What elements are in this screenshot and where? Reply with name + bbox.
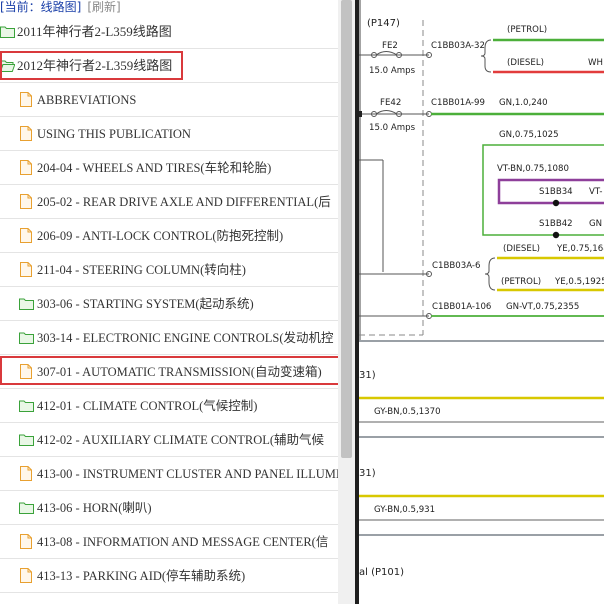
label-p147: (P147) — [367, 18, 400, 29]
label-frag-1: 31) — [359, 370, 376, 381]
tree-item-label: 412-01 - CLIMATE CONTROL(气候控制) — [37, 399, 258, 413]
document-icon — [20, 364, 32, 379]
tree-item-label: 204-04 - WHEELS AND TIRES(车轮和轮胎) — [37, 161, 272, 175]
label-petrol-2: (PETROL) — [501, 277, 541, 287]
current-location-label: [当前：线路图] — [0, 0, 82, 14]
label-gn-240: GN,1.0,240 — [499, 98, 548, 108]
label-wh: WH — [588, 58, 603, 68]
document-icon — [20, 160, 32, 175]
document-icon — [20, 194, 32, 209]
folder-icon — [19, 502, 34, 514]
tree-item-label: 413-06 - HORN(喇叭) — [37, 501, 152, 515]
tree-item[interactable]: 303-06 - STARTING SYSTEM(起动系统) — [0, 288, 338, 321]
document-icon — [20, 126, 32, 141]
tree-item-label: USING THIS PUBLICATION — [37, 127, 191, 141]
label-ye-168: YE,0.75,168 — [556, 244, 604, 254]
label-diesel-2: (DIESEL) — [503, 244, 540, 254]
tree-item-label: 205-02 - REAR DRIVE AXLE AND DIFFERENTIA… — [37, 195, 331, 209]
folder-open-icon — [0, 60, 15, 72]
tree-folder-label: 2012年神行者2-L359线路图 — [17, 58, 173, 73]
tree-folder-2012[interactable]: 2012年神行者2-L359线路图 — [0, 50, 338, 83]
tree-item-label: 303-06 - STARTING SYSTEM(起动系统) — [37, 297, 254, 311]
current-location-bar: [当前：线路图] [刷新] — [0, 0, 338, 16]
label-c1bb01a-99: C1BB01A-99 — [431, 98, 485, 108]
folder-icon — [19, 434, 34, 446]
label-diesel-1: (DIESEL) — [507, 58, 544, 68]
tree-item[interactable]: 307-01 - AUTOMATIC TRANSMISSION(自动变速箱) — [0, 356, 338, 389]
label-c1bb01a-106: C1BB01A-106 — [432, 302, 491, 312]
label-petrol-1: (PETROL) — [507, 25, 547, 35]
label-c1bb03a-6: C1BB03A-6 — [432, 261, 480, 271]
refresh-link[interactable]: [刷新] — [87, 0, 120, 14]
tree-item[interactable]: 413-06 - HORN(喇叭) — [0, 492, 338, 525]
label-gy-bn-931: GY-BN,0.5,931 — [374, 505, 435, 515]
label-vt-cut: VT- — [589, 187, 602, 197]
document-icon — [20, 262, 32, 277]
wiring-diagram-svg: (P147) FE2 15.0 Amps C1BB03A-32 (PETROL)… — [359, 0, 604, 578]
label-gn-cut: GN — [589, 219, 602, 229]
label-fe2-amps: 15.0 Amps — [369, 66, 416, 76]
folder-icon — [19, 400, 34, 412]
tree-item[interactable]: 211-04 - STEERING COLUMN(转向柱) — [0, 254, 338, 287]
scrollbar-thumb[interactable] — [341, 0, 352, 458]
label-c1bb03a-32: C1BB03A-32 — [431, 41, 485, 51]
folder-icon — [0, 26, 15, 38]
tree-item-label: 303-14 - ELECTRONIC ENGINE CONTROLS(发动机控 — [37, 331, 334, 345]
label-p101: al (P101) — [359, 567, 404, 578]
folder-icon — [19, 298, 34, 310]
label-vt-bn-1080: VT-BN,0.75,1080 — [497, 164, 569, 174]
document-icon — [20, 228, 32, 243]
tree-item[interactable]: 412-01 - CLIMATE CONTROL(气候控制) — [0, 390, 338, 423]
tree-item-label: 413-13 - PARKING AID(停车辅助系统) — [37, 569, 246, 583]
tree-folder-label: 2011年神行者2-L359线路图 — [17, 24, 172, 39]
label-ye-1925: YE,0.5,1925 — [554, 277, 604, 287]
tree-item[interactable]: 204-04 - WHEELS AND TIRES(车轮和轮胎) — [0, 152, 338, 185]
document-icon — [20, 534, 32, 549]
tree-item[interactable]: 412-02 - AUXILIARY CLIMATE CONTROL(辅助气候 — [0, 424, 338, 457]
tree-item[interactable]: 413-00 - INSTRUMENT CLUSTER AND PANEL IL… — [0, 458, 338, 491]
tree-item-label: 413-08 - INFORMATION AND MESSAGE CENTER(… — [37, 535, 329, 549]
tree-item-label: 307-01 - AUTOMATIC TRANSMISSION(自动变速箱) — [37, 365, 322, 379]
wiring-diagram: (P147) FE2 15.0 Amps C1BB03A-32 (PETROL)… — [359, 0, 604, 604]
tree-item[interactable]: USING THIS PUBLICATION — [0, 118, 338, 151]
tree-item[interactable]: 303-14 - ELECTRONIC ENGINE CONTROLS(发动机控 — [0, 322, 338, 355]
tree-item[interactable]: 206-09 - ANTI-LOCK CONTROL(防抱死控制) — [0, 220, 338, 253]
tree-item[interactable]: 413-13 - PARKING AID(停车辅助系统) — [0, 560, 338, 593]
label-frag-2: 31) — [359, 468, 376, 479]
label-fe2: FE2 — [382, 41, 398, 51]
tree-item-label: 211-04 - STEERING COLUMN(转向柱) — [37, 263, 246, 277]
label-s1bb42: S1BB42 — [539, 219, 573, 229]
tree-panel: [当前：线路图] [刷新] 2011年神行者2-L359线路图 2012年神行者2… — [0, 0, 338, 604]
label-s1bb34: S1BB34 — [539, 187, 573, 197]
tree-folder-2011[interactable]: 2011年神行者2-L359线路图 — [0, 16, 338, 49]
label-fe42: FE42 — [380, 98, 401, 108]
label-fe42-amps: 15.0 Amps — [369, 123, 416, 133]
document-icon — [20, 568, 32, 583]
label-gn-1025: GN,0.75,1025 — [499, 130, 559, 140]
tree-item-label: 413-00 - INSTRUMENT CLUSTER AND PANEL IL… — [37, 467, 338, 481]
tree-item[interactable]: 205-02 - REAR DRIVE AXLE AND DIFFERENTIA… — [0, 186, 338, 219]
document-icon — [20, 466, 32, 481]
tree-item-label: 412-02 - AUXILIARY CLIMATE CONTROL(辅助气候 — [37, 433, 325, 447]
tree-item[interactable]: ABBREVIATIONS — [0, 84, 338, 117]
label-gn-vt-2355: GN-VT,0.75,2355 — [506, 302, 579, 312]
label-gy-bn-1370: GY-BN,0.5,1370 — [374, 407, 441, 417]
document-icon — [20, 92, 32, 107]
tree-item-label: 206-09 - ANTI-LOCK CONTROL(防抱死控制) — [37, 229, 284, 243]
tree-item-label: ABBREVIATIONS — [37, 93, 137, 107]
folder-icon — [19, 332, 34, 344]
tree-item[interactable]: 413-08 - INFORMATION AND MESSAGE CENTER(… — [0, 526, 338, 559]
